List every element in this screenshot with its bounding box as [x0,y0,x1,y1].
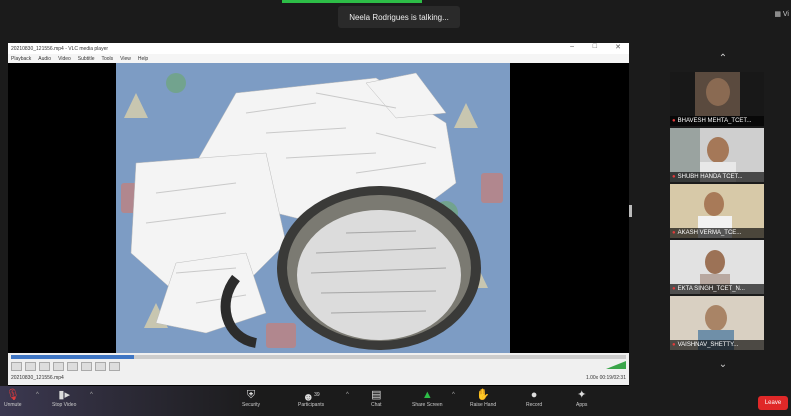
next-icon[interactable] [53,362,64,371]
record-label: Record [526,402,543,408]
unmute-label: Unmute [4,402,22,408]
participants-count: 39 [314,392,320,398]
watermark-overlay [0,386,260,416]
video-area[interactable] [8,63,629,395]
vlc-controls: 20210830_121556.mp4 1.00x 00:19/02:31 [8,353,629,385]
share-screen-label: Share Screen [412,402,443,408]
participant-tile[interactable]: ● VAISHNAV_SHETTY... [670,296,764,350]
participants-label: Participants [298,402,325,408]
participant-name: EKTA SINGH_TCET_N... [677,286,745,292]
chat-button[interactable]: ▤ Chat [371,388,382,408]
seek-bar[interactable] [11,355,626,359]
previous-icon[interactable] [25,362,36,371]
apps-icon: ✦ [577,389,587,401]
loop-icon[interactable] [95,362,106,371]
apps-label: Apps [576,402,588,408]
chat-icon: ▤ [371,389,382,401]
play-icon[interactable] [11,362,22,371]
vlc-titlebar: 20210830_121556.mp4 - VLC media player –… [8,43,629,54]
chevron-down-icon[interactable]: ⌄ [714,358,732,372]
playback-buttons [11,362,120,371]
minimize-icon[interactable]: – [570,43,574,50]
grid-icon: ▦ [774,11,781,18]
security-label: Security [242,402,261,408]
maximize-icon[interactable]: □ [593,43,597,50]
microphone-muted-icon: ● [672,174,676,180]
chevron-up-icon[interactable]: ^ [346,392,349,398]
participants-button[interactable]: ☻39 Participants [298,388,324,408]
participant-tile[interactable]: ● AKASH VERMA_TCE... [670,184,764,238]
participant-tile[interactable]: ● BHAVESH MEHTA_TCET... [670,72,764,126]
fullscreen-icon[interactable] [67,362,78,371]
vlc-menubar: Playback Audio Video Subtitle Tools View… [8,54,629,63]
vlc-filename: 20210830_121556.mp4 [11,375,64,381]
leave-button[interactable]: Leave [758,396,788,410]
record-icon: ● [530,389,538,401]
speaking-indicator: Neela Rodrigues is talking... [338,6,460,28]
microphone-muted-icon: ● [672,286,676,292]
microphone-muted-icon: ● [672,342,676,348]
microphone-muted-icon: 🎙 [5,389,20,401]
video-frame-shredded-paper [116,63,510,353]
microphone-muted-icon: ● [672,230,676,236]
chat-label: Chat [371,402,382,408]
stop-video-button[interactable]: ▮▸ Stop Video [52,388,76,408]
chevron-up-icon[interactable]: ^ [90,392,93,398]
share-screen-icon: ▲ [421,389,433,401]
menu-playback[interactable]: Playback [11,56,31,62]
unmute-button[interactable]: 🎙 Unmute [4,388,22,408]
security-button[interactable]: ⛨ Security [242,388,260,408]
menu-audio[interactable]: Audio [38,56,51,62]
microphone-muted-icon: ● [672,118,676,124]
seek-bar-progress [11,355,134,359]
chevron-up-icon[interactable]: ^ [452,392,455,398]
playlist-icon[interactable] [81,362,92,371]
raise-hand-button[interactable]: ✋ Raise Hand [470,388,496,408]
view-button[interactable]: ▦ Vi [774,10,789,18]
chevron-up-icon[interactable]: ⌃ [714,52,732,66]
participant-tile[interactable]: ● EKTA SINGH_TCET_N... [670,240,764,294]
menu-subtitle[interactable]: Subtitle [78,56,95,62]
panel-splitter[interactable] [629,205,632,217]
volume-slider[interactable] [606,361,626,369]
stop-video-label: Stop Video [52,402,77,408]
participant-tile[interactable]: ● SHUBH HANDA TCET... [670,128,764,182]
shield-icon: ⛨ [246,389,256,401]
vlc-window: 20210830_121556.mp4 - VLC media player –… [8,43,629,395]
vlc-time: 1.00x 00:19/02:31 [585,375,626,381]
chevron-up-icon[interactable]: ^ [36,392,39,398]
raise-hand-icon: ✋ [476,389,490,401]
active-speaker-accent [282,0,422,3]
participant-name: AKASH VERMA_TCE... [677,230,742,236]
menu-video[interactable]: Video [58,56,71,62]
view-label: Vi [782,11,789,18]
apps-button[interactable]: ✦ Apps [576,388,587,408]
video-camera-icon: ▮▸ [58,389,70,401]
shredded-paper-image [116,63,510,353]
participant-name: VAISHNAV_SHETTY... [677,342,739,348]
menu-view[interactable]: View [120,56,131,62]
stop-icon[interactable] [39,362,50,371]
shuffle-icon[interactable] [109,362,120,371]
menu-help[interactable]: Help [138,56,148,62]
raise-hand-label: Raise Hand [470,402,497,408]
menu-tools[interactable]: Tools [101,56,113,62]
close-icon[interactable]: ✕ [615,43,621,51]
participant-name: BHAVESH MEHTA_TCET... [677,118,752,124]
participants-icon: ☻39 [302,391,320,404]
record-button[interactable]: ● Record [526,388,542,408]
share-screen-button[interactable]: ▲ Share Screen [412,388,443,408]
vlc-title: 20210830_121556.mp4 - VLC media player [11,45,109,52]
participant-name: SHUBH HANDA TCET... [677,174,743,180]
